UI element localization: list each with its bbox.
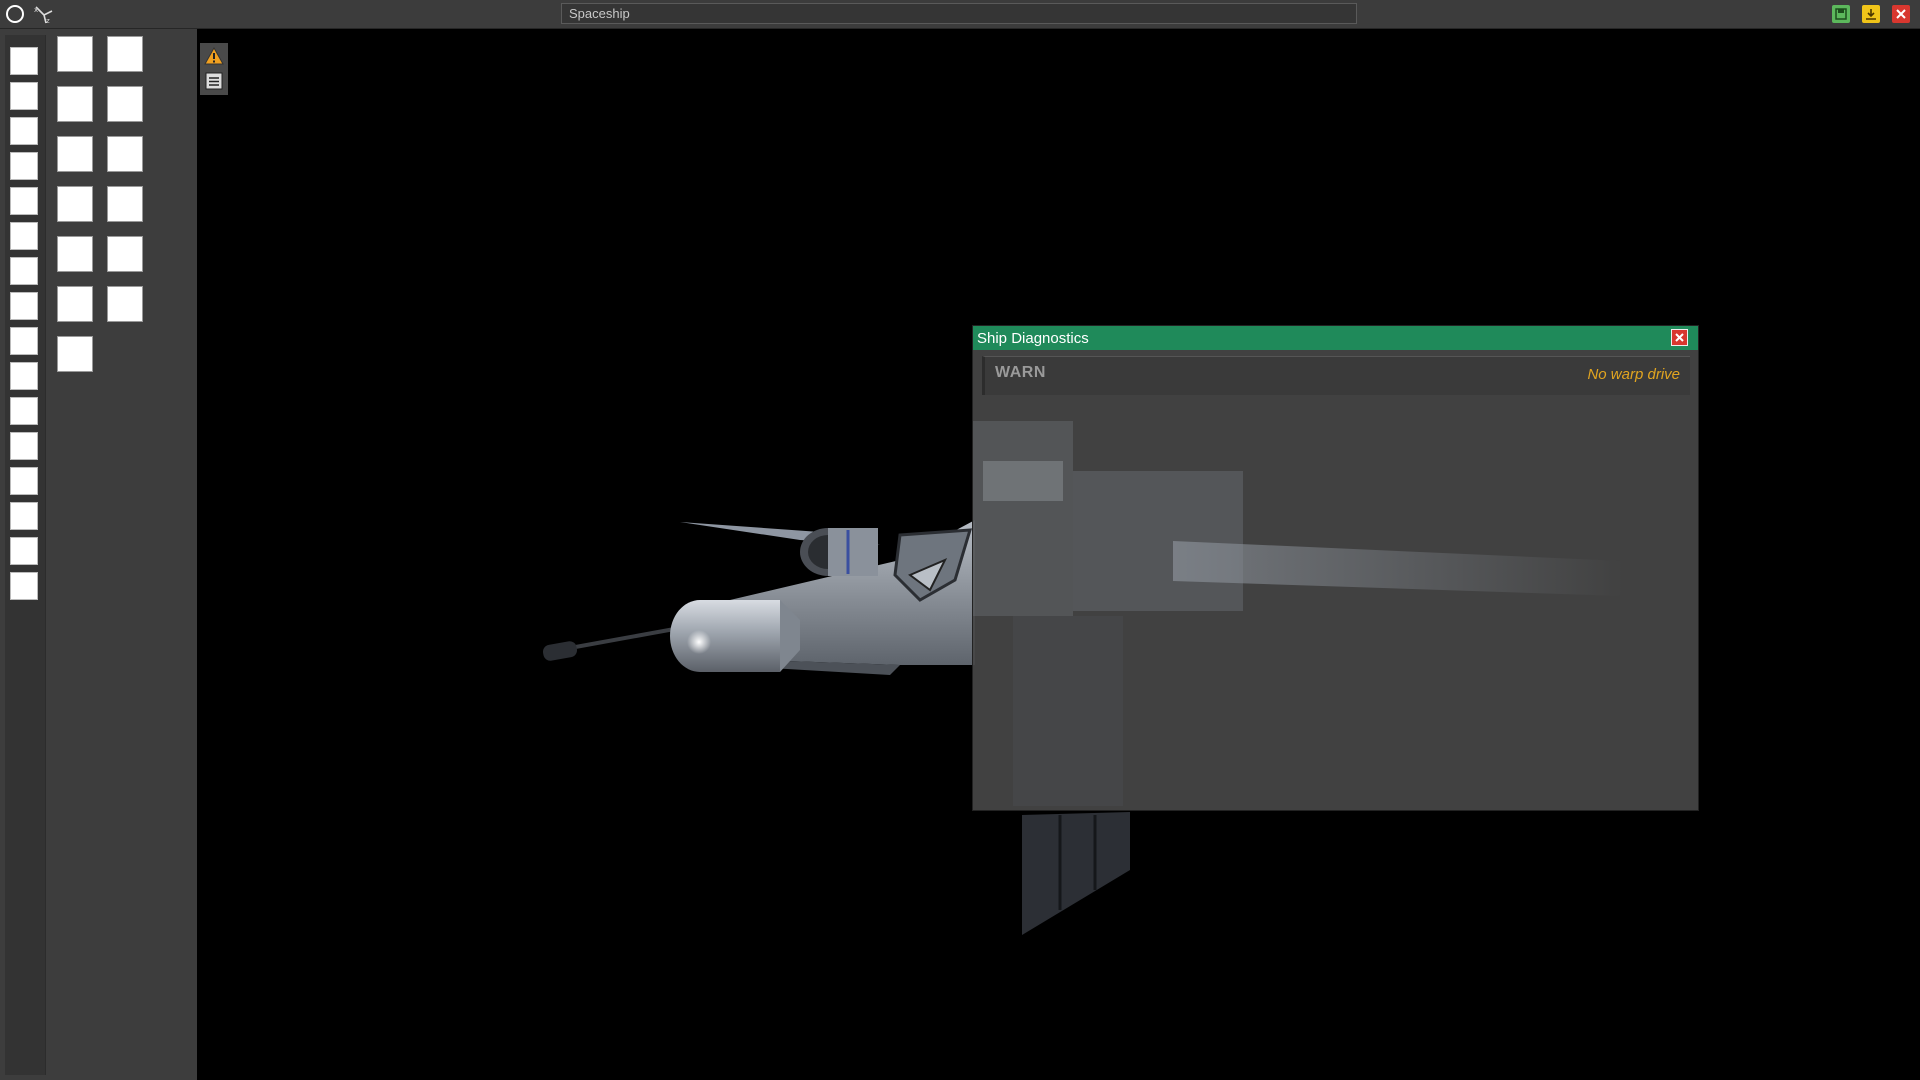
- part-slot[interactable]: [10, 572, 38, 600]
- component-slot[interactable]: [57, 336, 93, 372]
- part-slot[interactable]: [10, 152, 38, 180]
- component-slot[interactable]: [57, 136, 93, 172]
- save-icon[interactable]: [1832, 5, 1850, 23]
- part-slot[interactable]: [10, 222, 38, 250]
- component-slot[interactable]: [107, 286, 143, 322]
- component-slot[interactable]: [107, 36, 143, 72]
- slot-column: [5, 35, 46, 1075]
- ship-diagnostics-window: Ship Diagnostics WARN No warp drive: [972, 325, 1699, 811]
- component-slot[interactable]: [57, 236, 93, 272]
- component-slot[interactable]: [107, 86, 143, 122]
- close-icon[interactable]: [1892, 5, 1910, 23]
- part-slot[interactable]: [10, 327, 38, 355]
- part-slot[interactable]: [10, 117, 38, 145]
- component-slot[interactable]: [57, 186, 93, 222]
- circle-icon[interactable]: [3, 3, 27, 25]
- part-slot[interactable]: [10, 432, 38, 460]
- document-title-field[interactable]: Spaceship: [561, 3, 1357, 24]
- close-icon[interactable]: [1671, 329, 1688, 346]
- part-slot[interactable]: [10, 187, 38, 215]
- list-icon[interactable]: [204, 71, 224, 91]
- diagnostic-entry[interactable]: WARN No warp drive: [982, 356, 1690, 395]
- component-slot[interactable]: [57, 36, 93, 72]
- part-slot[interactable]: [10, 537, 38, 565]
- component-slot[interactable]: [57, 86, 93, 122]
- component-slot[interactable]: [107, 186, 143, 222]
- part-slot[interactable]: [10, 47, 38, 75]
- diagnostic-message: No warp drive: [1587, 366, 1680, 383]
- export-icon[interactable]: [1862, 5, 1880, 23]
- parts-panel: [0, 29, 197, 1080]
- diagnostic-level: WARN: [995, 364, 1046, 381]
- part-slot[interactable]: [10, 362, 38, 390]
- top-toolbar: xz Spaceship: [0, 0, 1920, 29]
- diagnostics-preview: [973, 421, 1623, 806]
- tool-strip: [200, 43, 228, 95]
- part-slot[interactable]: [10, 502, 38, 530]
- svg-text:x: x: [34, 6, 38, 14]
- axis-gizmo-icon[interactable]: xz: [31, 3, 55, 25]
- diagnostics-title: Ship Diagnostics: [977, 330, 1089, 347]
- diagnostics-titlebar[interactable]: Ship Diagnostics: [973, 326, 1698, 350]
- part-slot[interactable]: [10, 257, 38, 285]
- part-slot[interactable]: [10, 82, 38, 110]
- component-slot[interactable]: [107, 236, 143, 272]
- svg-text:z: z: [46, 17, 50, 25]
- warning-icon[interactable]: [204, 46, 224, 66]
- part-slot[interactable]: [10, 467, 38, 495]
- component-slot[interactable]: [107, 136, 143, 172]
- part-slot[interactable]: [10, 397, 38, 425]
- part-slot[interactable]: [10, 292, 38, 320]
- component-slot[interactable]: [57, 286, 93, 322]
